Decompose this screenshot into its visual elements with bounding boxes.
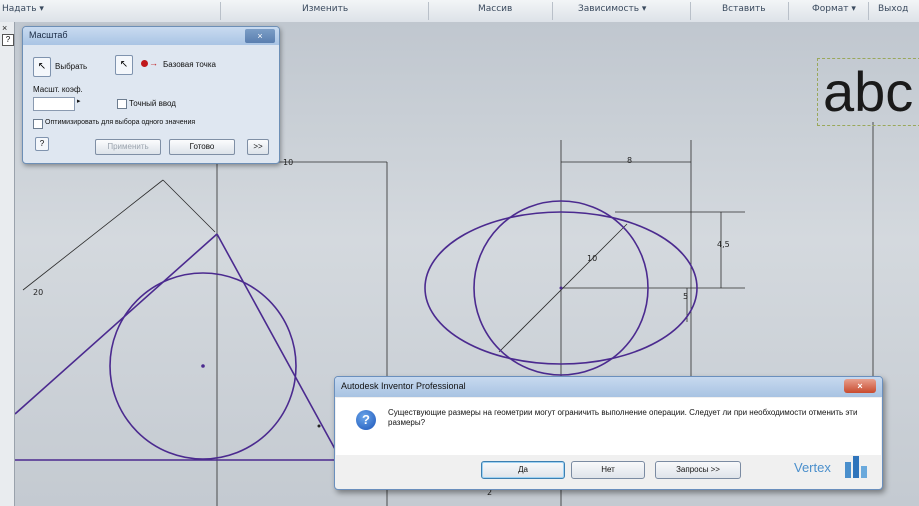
- dimension-label[interactable]: 10: [587, 254, 597, 263]
- select-cursor-button[interactable]: ↖: [33, 57, 51, 77]
- ribbon-panel-constrain[interactable]: Зависимость ▾: [578, 4, 646, 14]
- optimize-label: Оптимизировать для выбора одного значени…: [45, 119, 196, 126]
- scale-factor-label: Масшт. коэф.: [33, 85, 83, 94]
- dialog-title: Autodesk Inventor Professional: [341, 381, 466, 391]
- sketch-text[interactable]: abc: [823, 64, 913, 120]
- scale-factor-input[interactable]: [33, 97, 75, 111]
- ribbon-panel-format[interactable]: Формат ▾: [812, 4, 856, 14]
- ellipse-center-point: [559, 286, 563, 290]
- close-button[interactable]: ×: [245, 29, 275, 43]
- precise-input-label: Точный ввод: [129, 99, 176, 108]
- ribbon-panel-exit[interactable]: Выход: [878, 4, 908, 14]
- question-icon: ?: [356, 410, 376, 430]
- close-button[interactable]: ×: [844, 379, 876, 393]
- extension-line: [162, 179, 216, 233]
- triangle-edge: [15, 233, 218, 415]
- no-button[interactable]: Нет: [571, 461, 645, 479]
- ribbon-panel-insert[interactable]: Вставить: [722, 4, 766, 14]
- browser-panel-stub: × ?: [0, 22, 15, 506]
- dimension-label[interactable]: 10: [283, 158, 293, 167]
- circle-center-point: [201, 364, 205, 368]
- dialog-body: ? Существующие размеры на геометрии могу…: [336, 398, 881, 455]
- close-icon[interactable]: ×: [2, 23, 7, 33]
- ribbon-panel-draw[interactable]: Надать ▾: [2, 4, 44, 14]
- more-button[interactable]: Запросы >>: [655, 461, 741, 479]
- sketch-point: [317, 424, 321, 428]
- dropdown-arrow-icon[interactable]: ▸: [77, 97, 81, 105]
- dialog-message: Существующие размеры на геометрии могут …: [388, 408, 858, 427]
- select-label: Выбрать: [55, 62, 88, 71]
- ribbon-panel-modify[interactable]: Изменить: [302, 4, 348, 14]
- dialog-title-bar[interactable]: Autodesk Inventor Professional ×: [335, 377, 882, 397]
- ribbon-panel-bar: Надать ▾ Изменить Массив Зависимость ▾ В…: [0, 0, 919, 23]
- arrow-right-icon: →: [149, 58, 158, 68]
- dimension-label[interactable]: 20: [33, 288, 43, 297]
- dialog-title-bar[interactable]: Масштаб ×: [23, 27, 279, 45]
- base-point-icon: [141, 60, 148, 67]
- divider: [788, 2, 789, 20]
- scale-dialog: Масштаб × ↖ Выбрать ↖ → Базовая точка Ма…: [22, 26, 280, 164]
- dialog-title: Масштаб: [29, 30, 68, 40]
- dimension-label[interactable]: 8: [627, 156, 632, 165]
- divider: [428, 2, 429, 20]
- ribbon-panel-pattern[interactable]: Массив: [478, 4, 512, 14]
- divider: [552, 2, 553, 20]
- done-button[interactable]: Готово: [169, 139, 235, 155]
- help-icon[interactable]: ?: [2, 34, 14, 46]
- apply-button[interactable]: Применить: [95, 139, 161, 155]
- expand-button[interactable]: >>: [247, 139, 269, 155]
- divider: [868, 2, 869, 20]
- dimension-line: [22, 179, 164, 291]
- vertex-logo-icon: [845, 456, 867, 478]
- dimension-label[interactable]: 4,5: [717, 240, 730, 249]
- optimize-checkbox[interactable]: [33, 119, 43, 129]
- yes-button[interactable]: Да: [481, 461, 565, 479]
- dimension-label[interactable]: 5: [683, 292, 688, 301]
- base-point-label: Базовая точка: [163, 60, 216, 69]
- base-point-cursor-button[interactable]: ↖: [115, 55, 133, 75]
- triangle-edge: [216, 233, 342, 461]
- divider: [220, 2, 221, 20]
- precise-input-checkbox[interactable]: [117, 99, 127, 109]
- watermark: Vertex: [794, 460, 831, 475]
- divider: [690, 2, 691, 20]
- help-icon[interactable]: ?: [35, 137, 49, 151]
